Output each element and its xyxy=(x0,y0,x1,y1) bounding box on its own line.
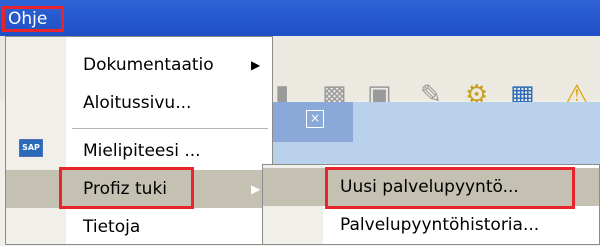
menu-bar: Ohje xyxy=(0,0,600,36)
submenu-item-label: Palvelupyyntöhistoria... xyxy=(340,215,540,235)
menu-item-feedback[interactable]: SAP Mielipiteesi ... xyxy=(6,132,272,170)
menu-item-label: Tietoja xyxy=(83,217,141,237)
highlight-new-service-request xyxy=(325,167,575,209)
close-icon[interactable]: × xyxy=(306,110,324,128)
menu-separator xyxy=(72,128,268,129)
submenu-item-service-request-history[interactable]: Palvelupyyntöhistoria... xyxy=(263,206,599,244)
menu-item-home-page[interactable]: Aloitussivu... xyxy=(6,84,272,122)
sap-icon: SAP xyxy=(19,139,43,157)
menu-item-label: Mielipiteesi ... xyxy=(83,141,201,161)
menu-item-about[interactable]: Tietoja xyxy=(6,208,272,246)
help-dropdown-menu: Dokumentaatio ▶ Aloitussivu... SAP Mieli… xyxy=(5,36,273,245)
submenu-arrow-icon: ▶ xyxy=(251,182,261,196)
help-menu[interactable]: Ohje xyxy=(2,6,64,32)
submenu-arrow-icon: ▶ xyxy=(251,58,261,72)
highlight-profiz-support xyxy=(59,167,194,209)
menu-item-label: Aloitussivu... xyxy=(83,93,192,113)
menu-item-documentation[interactable]: Dokumentaatio ▶ xyxy=(6,46,272,84)
menu-item-label: Dokumentaatio xyxy=(83,55,214,75)
